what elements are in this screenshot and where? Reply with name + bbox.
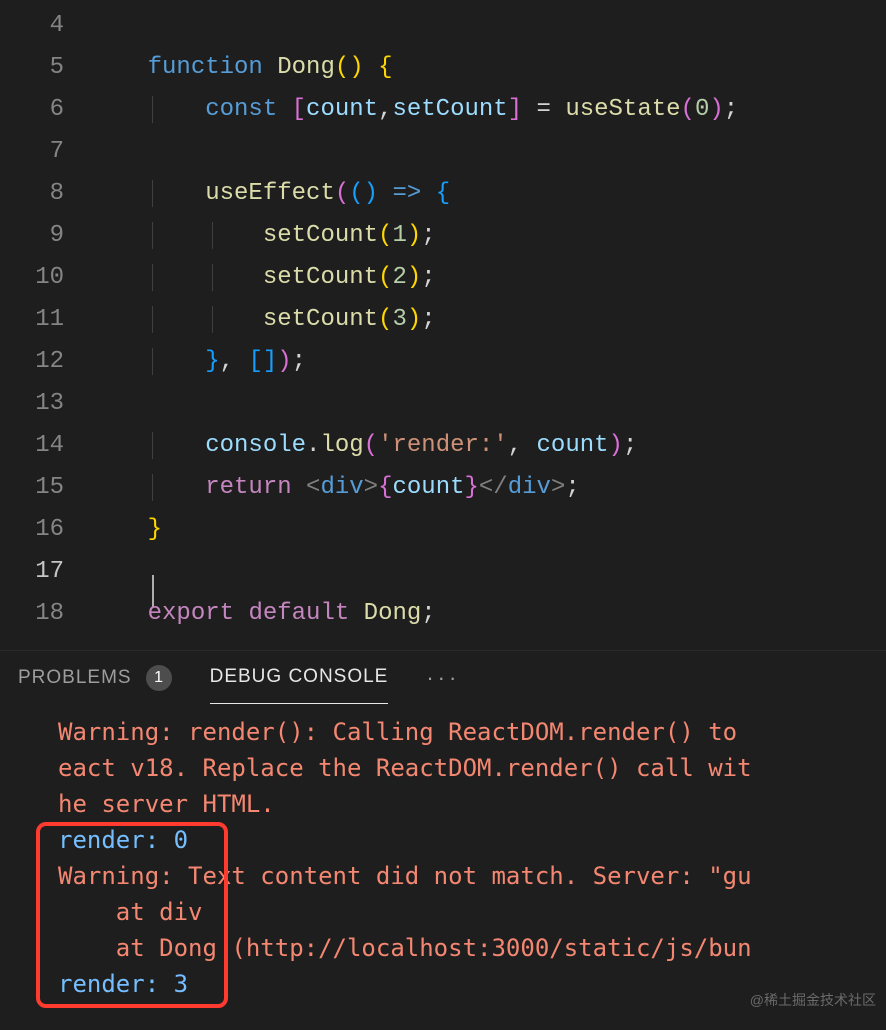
line-number: 9 <box>0 222 90 249</box>
code-line[interactable]: 10 setCount(2); <box>0 256 886 298</box>
code-content[interactable]: setCount(3); <box>90 306 886 333</box>
panel-more-icon[interactable]: ··· <box>426 665 460 691</box>
line-number: 14 <box>0 432 90 459</box>
code-line[interactable]: 16 } <box>0 508 886 550</box>
line-number: 4 <box>0 12 90 39</box>
line-number: 8 <box>0 180 90 207</box>
line-number: 12 <box>0 348 90 375</box>
code-content[interactable]: console.log('render:', count); <box>90 432 886 459</box>
line-number: 16 <box>0 516 90 543</box>
code-line[interactable]: 6 const [count,setCount] = useState(0); <box>0 88 886 130</box>
code-content[interactable]: const [count,setCount] = useState(0); <box>90 96 886 123</box>
code-content[interactable]: } <box>90 516 886 543</box>
panel-tabs: PROBLEMS 1 DEBUG CONSOLE ··· <box>0 650 886 704</box>
console-line: he server HTML. <box>4 786 882 822</box>
code-line[interactable]: 9 setCount(1); <box>0 214 886 256</box>
code-content[interactable]: function Dong() { <box>90 54 886 81</box>
line-number: 17 <box>0 558 90 585</box>
code-line[interactable]: 12 }, []); <box>0 340 886 382</box>
console-line: eact v18. Replace the ReactDOM.render() … <box>4 750 882 786</box>
line-number: 18 <box>0 600 90 627</box>
console-line: Warning: render(): Calling ReactDOM.rend… <box>4 714 882 750</box>
line-number: 7 <box>0 138 90 165</box>
code-content[interactable]: useEffect(() => { <box>90 180 886 207</box>
code-content[interactable]: setCount(1); <box>90 222 886 249</box>
tab-debug-console[interactable]: DEBUG CONSOLE <box>210 651 389 704</box>
console-line: render: 0 <box>4 822 882 858</box>
console-line: at Dong (http://localhost:3000/static/js… <box>4 930 882 966</box>
line-number: 10 <box>0 264 90 291</box>
code-line[interactable]: 11 setCount(3); <box>0 298 886 340</box>
code-editor[interactable]: 45 function Dong() {6 const [count,setCo… <box>0 0 886 634</box>
console-line: at div <box>4 894 882 930</box>
code-line[interactable]: 18 export default Dong; <box>0 592 886 634</box>
code-line[interactable]: 13 <box>0 382 886 424</box>
watermark: @稀土掘金技术社区 <box>750 990 876 1010</box>
line-number: 5 <box>0 54 90 81</box>
code-line[interactable]: 17 <box>0 550 886 592</box>
code-line[interactable]: 4 <box>0 4 886 46</box>
code-content[interactable]: setCount(2); <box>90 264 886 291</box>
code-content[interactable]: }, []); <box>90 348 886 375</box>
code-line[interactable]: 15 return <div>{count}</div>; <box>0 466 886 508</box>
line-number: 11 <box>0 306 90 333</box>
tab-debug-label: DEBUG CONSOLE <box>210 666 389 688</box>
debug-console-output[interactable]: Warning: render(): Calling ReactDOM.rend… <box>0 704 886 1030</box>
code-line[interactable]: 8 useEffect(() => { <box>0 172 886 214</box>
line-number: 6 <box>0 96 90 123</box>
tab-problems-label: PROBLEMS <box>18 667 132 689</box>
tab-problems[interactable]: PROBLEMS 1 <box>18 651 172 704</box>
console-line: Warning: Text content did not match. Ser… <box>4 858 882 894</box>
problems-badge: 1 <box>146 665 172 691</box>
line-number: 15 <box>0 474 90 501</box>
line-number: 13 <box>0 390 90 417</box>
code-line[interactable]: 7 <box>0 130 886 172</box>
code-content[interactable]: return <div>{count}</div>; <box>90 474 886 501</box>
code-line[interactable]: 14 console.log('render:', count); <box>0 424 886 466</box>
code-line[interactable]: 5 function Dong() { <box>0 46 886 88</box>
code-content[interactable]: export default Dong; <box>90 600 886 627</box>
